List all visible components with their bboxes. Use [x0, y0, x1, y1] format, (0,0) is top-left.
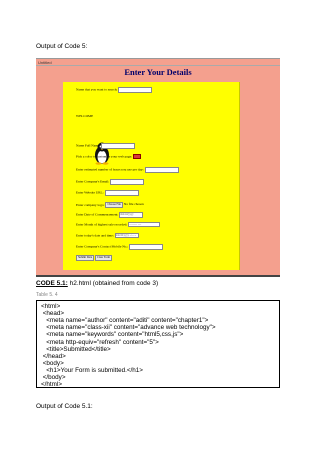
form-row: Enter today's date and time: mm/dd/yyyy -…	[76, 232, 139, 239]
form-row-label: Enter Company's Contact Mobile No.:	[76, 244, 129, 249]
form-title: Enter Your Details	[124, 67, 192, 77]
caption-bold: CODE 5.1:	[36, 280, 68, 287]
form-row-label: Enter today's date and time:	[76, 233, 114, 238]
form-row: Enter Company's Contact Mobile No.:	[76, 244, 164, 250]
form-row: Enter Date of Commencement: mm/dd/yyyy	[76, 212, 144, 218]
text-input[interactable]	[110, 179, 145, 185]
form-row-label: Enter company logo:	[76, 202, 105, 207]
form-row: Name that you want to search:	[76, 87, 153, 93]
code-line: <h1>Your Form is submitted.</h1>	[41, 366, 143, 374]
form-row-label: WELCOME	[76, 114, 94, 119]
code-line: <meta name="class-xii" content="advance …	[41, 324, 216, 332]
date-input[interactable]: mm/dd/yyyy --:-- --	[114, 232, 139, 239]
form-row-label: Enter estimated number of hours you use …	[76, 167, 144, 172]
form-row: WELCOME	[76, 114, 93, 118]
form-row: Enter Website URL:	[76, 190, 139, 196]
code-line: <meta name="keywords" content="html5,css…	[41, 331, 184, 339]
text-input[interactable]	[118, 87, 153, 93]
form-row-label: Enter Date of Commencement:	[76, 212, 119, 217]
browser-toolbar-divider	[36, 65, 280, 66]
caption-rest: h2.html (obtained from code 3)	[67, 280, 159, 287]
form-row: Enter company logo: Choose File No file ch…	[76, 201, 144, 208]
form-row: Enter Month of highest sale recorded: ---…	[76, 221, 161, 228]
form-row-label: Enter Month of highest sale recorded:	[76, 222, 128, 227]
form-row-label: Name Full Name:	[76, 143, 101, 148]
code-line: <title>Submitted</title>	[41, 345, 111, 353]
form-row: Enter estimated number of hours you use …	[76, 167, 179, 173]
table-label: Table 5. 4	[36, 292, 58, 298]
code-line: <html>	[41, 303, 61, 310]
form-buttons: Submit Data Clear Form	[76, 255, 112, 262]
output-heading-top: Output of Code 5:	[36, 43, 88, 50]
text-input[interactable]	[101, 143, 136, 149]
text-input[interactable]	[144, 167, 179, 173]
form-row-label: Enter Website URL:	[76, 190, 104, 195]
file-status: No file chosen	[123, 202, 144, 207]
code-box: <html> <head> <meta name="author" conten…	[36, 300, 280, 388]
text-input[interactable]	[104, 190, 139, 196]
submit-button[interactable]: Submit Data	[76, 255, 95, 262]
code-caption: CODE 5.1: h2.html (obtained from code 3)	[36, 280, 158, 287]
color-picker[interactable]	[133, 154, 142, 160]
form-row-label: Name that you want to search:	[76, 87, 118, 92]
code-line: </html>	[41, 381, 62, 389]
code-line: </body>	[41, 374, 66, 381]
code-line: </head>	[41, 352, 66, 360]
clear-button[interactable]: Clear Form	[95, 255, 112, 262]
code-line: <head>	[41, 310, 65, 318]
code-line: <meta http-equiv="refresh" content="5">	[41, 338, 159, 346]
form-row-label: Pick a color to customize your web page:	[76, 154, 133, 159]
text-input[interactable]	[129, 244, 164, 250]
form-row: Enter Company's Email:	[76, 179, 145, 185]
code-line: <meta name="author" content="aditi" cont…	[41, 317, 209, 325]
output-heading-bottom: Output of Code 5.1:	[36, 403, 93, 410]
code-line: <body>	[41, 359, 64, 367]
embedded-screenshot: Untitled Enter Your Details Name that yo…	[36, 58, 280, 277]
month-input[interactable]: --------- ----	[128, 221, 161, 228]
form-panel: Name that you want to search: WELCOME Name…	[63, 82, 240, 270]
form-row: Pick a color to customize your web page:	[76, 154, 142, 160]
form-row-label: Enter Company's Email:	[76, 179, 110, 184]
form-row: Name Full Name:	[76, 143, 136, 149]
date-input[interactable]: mm/dd/yyyy	[119, 212, 144, 218]
choose-file-button[interactable]: Choose File	[105, 201, 123, 208]
